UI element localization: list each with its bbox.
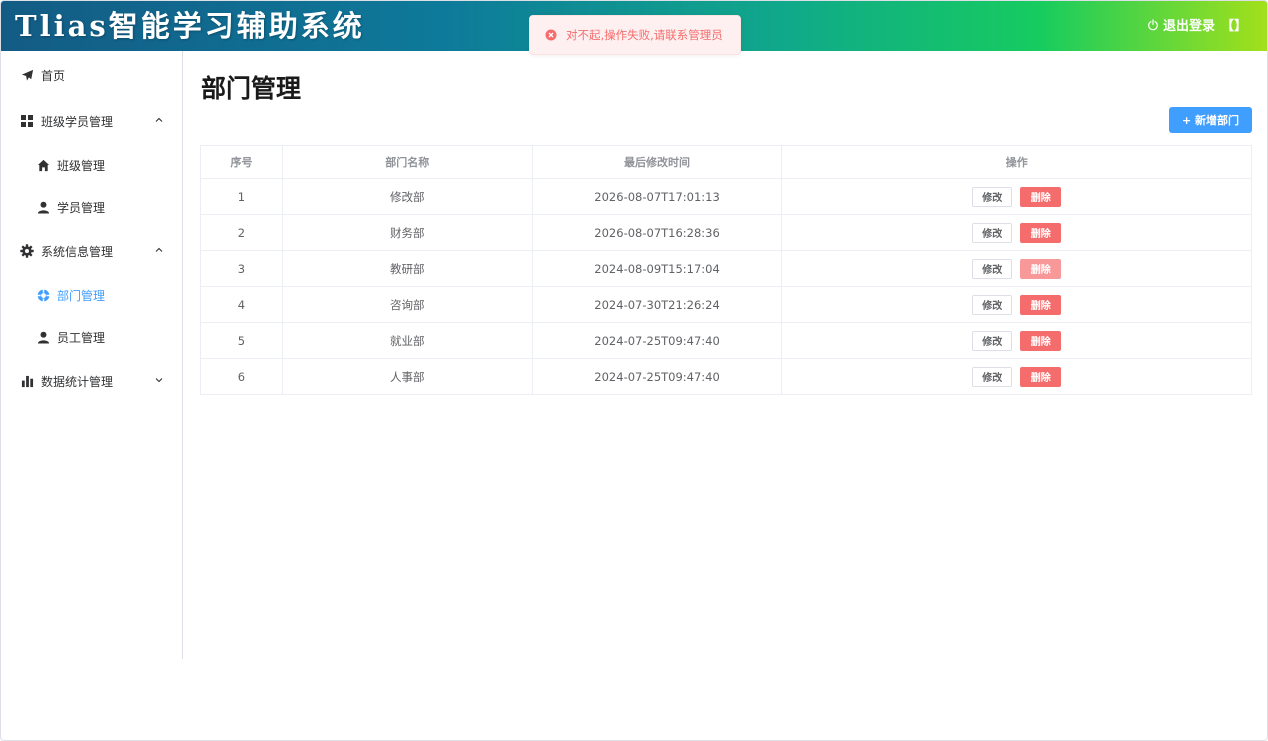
app-title: Tlias智能学习辅助系统 (15, 9, 365, 43)
cell-time: 2024-07-30T21:26:24 (531, 286, 783, 323)
table-row: 3 教研部 2024-08-09T15:17:04 修改 删除 (200, 250, 1252, 287)
cell-time: 2024-07-25T09:47:40 (531, 358, 783, 395)
grid-icon (19, 113, 35, 129)
cell-name: 修改部 (281, 178, 533, 215)
logout-label: 退出登录 (1162, 19, 1215, 34)
user-icon (35, 199, 51, 215)
cell-no: 3 (200, 250, 283, 287)
edit-button[interactable]: 修改 (972, 294, 1013, 315)
column-header-name: 部门名称 (281, 145, 533, 179)
gear-icon (19, 243, 35, 259)
sidebar-item-label: 班级管理 (57, 158, 106, 173)
delete-button[interactable]: 删除 (1020, 186, 1062, 207)
page-title: 部门管理 (201, 74, 302, 103)
sidebar-item-dept-mgmt[interactable]: 部门管理 (1, 275, 182, 315)
sidebar-item-label: 首页 (41, 68, 66, 83)
sidebar-item-employee-mgmt[interactable]: 员工管理 (1, 317, 182, 357)
delete-button[interactable]: 删除 (1020, 294, 1062, 315)
add-department-button[interactable]: + 新增部门 (1169, 107, 1252, 133)
table-row: 6 人事部 2024-07-25T09:47:40 修改 删除 (200, 358, 1252, 395)
cell-no: 5 (200, 322, 283, 359)
logout-button[interactable]: 退出登录 【】 (1147, 15, 1247, 34)
sidebar-item-label: 学员管理 (57, 200, 106, 215)
power-icon (1148, 18, 1158, 30)
chevron-up-icon (155, 247, 163, 252)
delete-button[interactable]: 删除 (1020, 366, 1062, 387)
sidebar-item-class-mgmt[interactable]: 班级管理 (1, 145, 182, 185)
sidebar-item-class-student-mgmt[interactable]: 班级学员管理 (1, 101, 182, 141)
users-icon (35, 329, 51, 345)
cell-actions: 修改 删除 (781, 322, 1252, 359)
error-circle-icon (545, 29, 557, 41)
cell-actions: 修改 删除 (781, 250, 1252, 287)
chevron-down-icon (155, 378, 163, 383)
sidebar-item-home[interactable]: 首页 (1, 55, 182, 95)
cell-no: 2 (200, 214, 283, 251)
app-window: Tlias智能学习辅助系统 退出登录 【】 对不起,操作失败,请联系管理员 首页 (0, 0, 1268, 741)
cell-actions: 修改 删除 (781, 358, 1252, 395)
sidebar-item-label: 数据统计管理 (41, 374, 114, 389)
column-header-actions: 操作 (781, 145, 1252, 179)
sidebar-item-label: 员工管理 (57, 330, 106, 345)
cell-name: 咨询部 (281, 286, 533, 323)
edit-button[interactable]: 修改 (972, 258, 1013, 279)
department-table: 序号 部门名称 最后修改时间 操作 1 修改部 2026-08-07T17:01… (200, 145, 1252, 395)
delete-button[interactable]: 删除 (1020, 258, 1062, 279)
sidebar-item-label: 系统信息管理 (41, 244, 114, 259)
chevron-up-icon (155, 117, 163, 122)
cell-name: 就业部 (281, 322, 533, 359)
table-row: 2 财务部 2026-08-07T16:28:36 修改 删除 (200, 214, 1252, 251)
column-header-time: 最后修改时间 (531, 145, 783, 179)
cell-no: 6 (200, 358, 283, 395)
cell-name: 人事部 (281, 358, 533, 395)
edit-button[interactable]: 修改 (972, 366, 1013, 387)
toast-message: 对不起,操作失败,请联系管理员 (566, 28, 723, 42)
logout-bracket: 【】 (1220, 19, 1247, 34)
home-icon (35, 157, 51, 173)
sidebar-item-label: 班级学员管理 (41, 114, 114, 129)
cell-no: 1 (200, 178, 283, 215)
edit-button[interactable]: 修改 (972, 186, 1013, 207)
table-row: 1 修改部 2026-08-07T17:01:13 修改 删除 (200, 178, 1252, 215)
sidebar-item-data-stats-mgmt[interactable]: 数据统计管理 (1, 361, 182, 401)
cell-time: 2026-08-07T16:28:36 (531, 214, 783, 251)
cell-no: 4 (200, 286, 283, 323)
delete-button[interactable]: 删除 (1020, 222, 1062, 243)
help-circle-icon (35, 287, 51, 303)
table-row: 4 咨询部 2024-07-30T21:26:24 修改 删除 (200, 286, 1252, 323)
sidebar-item-student-mgmt[interactable]: 学员管理 (1, 187, 182, 227)
sidebar-menu: 首页 班级学员管理 班级管理 学员管理 系统信息管理 部门管理 员工管理 数据统… (1, 51, 183, 659)
cell-name: 财务部 (281, 214, 533, 251)
column-header-no: 序号 (200, 145, 283, 179)
cell-actions: 修改 删除 (781, 286, 1252, 323)
cell-time: 2026-08-07T17:01:13 (531, 178, 783, 215)
delete-button[interactable]: 删除 (1020, 330, 1062, 351)
cell-name: 教研部 (281, 250, 533, 287)
sidebar-item-label: 部门管理 (57, 288, 106, 303)
sidebar-item-system-info-mgmt[interactable]: 系统信息管理 (1, 231, 182, 271)
edit-button[interactable]: 修改 (972, 222, 1013, 243)
error-toast: 对不起,操作失败,请联系管理员 (529, 15, 741, 55)
table-row: 5 就业部 2024-07-25T09:47:40 修改 删除 (200, 322, 1252, 359)
edit-button[interactable]: 修改 (972, 330, 1013, 351)
table-header-row: 序号 部门名称 最后修改时间 操作 (200, 145, 1252, 179)
bar-chart-icon (19, 373, 35, 389)
cell-actions: 修改 删除 (781, 178, 1252, 215)
cell-time: 2024-07-25T09:47:40 (531, 322, 783, 359)
cell-actions: 修改 删除 (781, 214, 1252, 251)
cell-time: 2024-08-09T15:17:04 (531, 250, 783, 287)
paper-plane-icon (19, 67, 35, 83)
